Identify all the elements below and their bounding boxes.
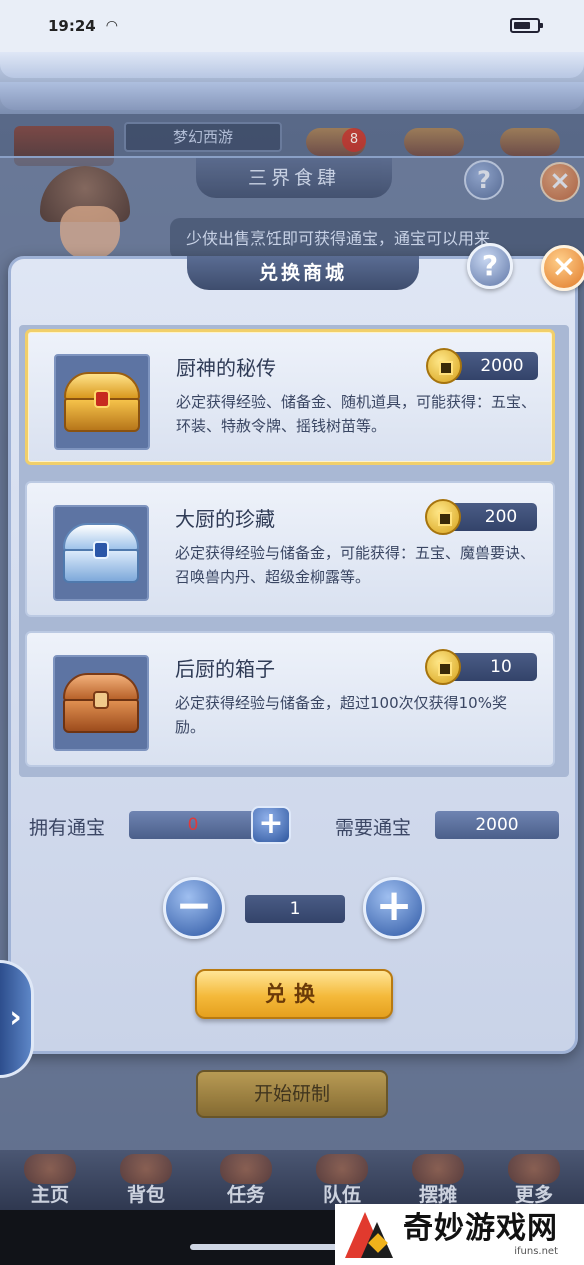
activity-icon[interactable] [500, 128, 560, 156]
kitchen-help-icon[interactable]: ? [464, 160, 504, 200]
npc-chef-portrait [30, 166, 140, 266]
bronze-chest-icon [63, 673, 139, 733]
add-currency-button[interactable]: + [251, 806, 291, 844]
owned-currency-label: 拥有通宝 [29, 817, 106, 839]
item-name: 厨神的秘传 [176, 356, 276, 380]
nav-quests[interactable]: 任务 [196, 1150, 296, 1206]
status-time: 19:24 [48, 17, 96, 35]
modal-title: 兑换商城 [187, 256, 419, 290]
exchange-button[interactable]: 兑换 [195, 969, 393, 1019]
ice-chest-icon [63, 523, 139, 583]
top-bar-primary [0, 52, 584, 78]
item-image-frame [54, 354, 150, 450]
item-description: 必定获得经验与储备金，超过100次仅获得10%奖励。 [175, 694, 507, 736]
status-bar: 19:24 ◠ [0, 0, 584, 52]
event-icon[interactable] [404, 128, 464, 156]
shop-item-list: 厨神的秘传 2000 必定获得经验、储备金、随机道具，可能获得：五宝、环装、特赦… [19, 325, 569, 777]
notification-badge: 8 [342, 128, 366, 152]
nav-home[interactable]: 主页 [0, 1150, 100, 1206]
wifi-icon: ◠ [105, 18, 118, 34]
coin-icon [425, 499, 461, 535]
nav-bag[interactable]: 背包 [96, 1150, 196, 1206]
gold-chest-icon [64, 372, 140, 432]
site-logo-icon [341, 1208, 395, 1262]
nav-stall[interactable]: 摆摊 [388, 1150, 488, 1206]
side-expand-arrow[interactable]: › [0, 960, 34, 1078]
coin-icon [426, 348, 462, 384]
server-name: 梦幻西游 [124, 122, 282, 152]
help-icon[interactable]: ? [467, 243, 513, 289]
kitchen-close-icon[interactable]: × [540, 162, 580, 202]
shop-item-chef-collection[interactable]: 大厨的珍藏 200 必定获得经验与储备金，可能获得：五宝、魔兽要诀、召唤兽内丹、… [25, 481, 555, 617]
battery-icon [510, 18, 543, 33]
kitchen-panel-title: 三界食肆 [196, 158, 392, 198]
top-bar-secondary [0, 82, 584, 110]
item-image-frame [53, 505, 149, 601]
shop-item-kitchen-box[interactable]: 后厨的箱子 10 必定获得经验与储备金，超过100次仅获得10%奖励。 [25, 631, 555, 767]
watermark-url: ifuns.net [514, 1245, 558, 1257]
nav-more[interactable]: 更多 [484, 1150, 584, 1206]
item-description: 必定获得经验与储备金，可能获得：五宝、魔兽要诀、召唤兽内丹、超级金柳露等。 [175, 544, 536, 586]
item-name: 后厨的箱子 [175, 657, 275, 681]
watermark-title: 奇妙游戏网 [403, 1210, 558, 1246]
item-image-frame [53, 655, 149, 751]
item-description: 必定获得经验、储备金、随机道具，可能获得：五宝、环装、特赦令牌、摇钱树苗等。 [176, 393, 537, 435]
owned-currency-value: 0 [129, 811, 257, 839]
top-bars [0, 52, 584, 114]
decrease-quantity-button[interactable]: − [163, 877, 225, 939]
coin-icon [425, 649, 461, 685]
increase-quantity-button[interactable]: + [363, 877, 425, 939]
npc-face [60, 206, 120, 260]
quantity-input[interactable]: 1 [245, 895, 345, 923]
required-currency-label: 需要通宝 [335, 817, 412, 839]
shop-item-chef-secret[interactable]: 厨神的秘传 2000 必定获得经验、储备金、随机道具，可能获得：五宝、环装、特赦… [25, 329, 555, 465]
start-research-button[interactable]: 开始研制 [196, 1070, 388, 1118]
required-currency-value: 2000 [435, 811, 559, 839]
exchange-shop-modal: 兑换商城 ? × 厨神的秘传 2000 必定获得经验、储备金、随机道具，可能获得… [8, 243, 584, 1054]
npc-dialog-text: 少侠出售烹饪即可获得通宝，通宝可以用来 [170, 218, 584, 260]
site-watermark: 奇妙游戏网 ifuns.net [335, 1204, 584, 1265]
item-name: 大厨的珍藏 [175, 507, 275, 531]
nav-team[interactable]: 队伍 [292, 1150, 392, 1206]
close-icon[interactable]: × [541, 245, 584, 291]
